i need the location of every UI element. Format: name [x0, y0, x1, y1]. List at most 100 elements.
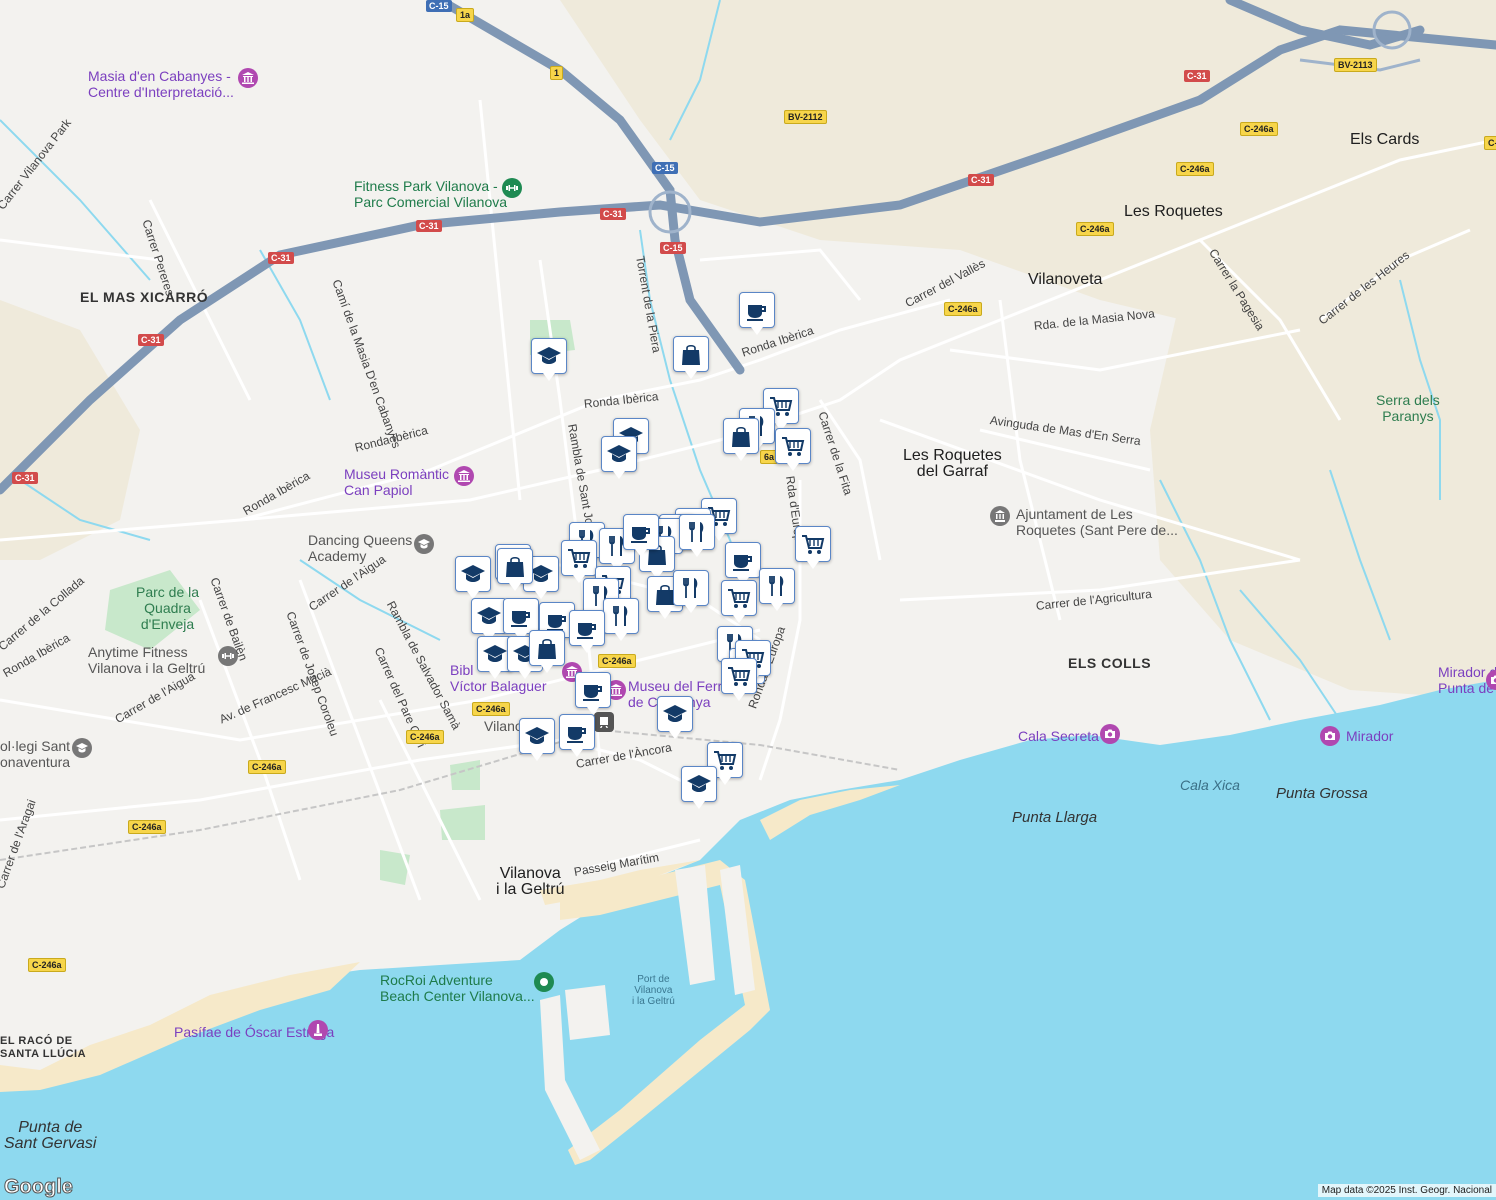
poi-label-mirador[interactable]: Mirador [1346, 728, 1393, 744]
map-marker-shop[interactable] [673, 336, 709, 379]
water-label-cala-xica: Cala Xica [1180, 777, 1240, 793]
map-marker-cafe[interactable] [725, 542, 761, 585]
town-label-les-roquetes: Les Roquetes [1124, 203, 1223, 220]
map-marker-grocery[interactable] [721, 658, 757, 701]
train-icon[interactable] [594, 712, 614, 732]
road-shield: C-246a [28, 958, 66, 972]
cityhall-icon[interactable] [990, 506, 1010, 526]
town-label-les-roquetes-garraf: Les Roquetes del Garraf [903, 447, 1002, 480]
poi-label-ajuntament[interactable]: Ajuntament de Les Roquetes (Sant Pere de.… [1016, 506, 1178, 538]
museum-icon[interactable] [454, 466, 474, 486]
cafe-icon [747, 305, 766, 321]
museum-icon[interactable] [238, 68, 258, 88]
road-shield: BV-2112 [784, 110, 827, 124]
school-icon [461, 565, 485, 582]
poi-label-dancing-queens[interactable]: Dancing Queens Academy [308, 532, 412, 564]
monument-icon[interactable] [308, 1020, 328, 1040]
road-shield: C-246a [1176, 162, 1214, 176]
road-shield: C-31 [416, 220, 442, 232]
camera-icon[interactable] [1320, 726, 1340, 746]
area-label-els-colls: ELS COLLS [1068, 655, 1152, 671]
map-marker-shop[interactable] [723, 418, 759, 461]
coast-label-punta-llarga: Punta Llarga [1012, 809, 1098, 826]
port-dock [565, 985, 610, 1040]
map-marker-restaurant[interactable] [679, 514, 715, 557]
town-label-serra-paranys: Serra dels Paranys [1376, 392, 1440, 424]
camera-icon[interactable] [1100, 724, 1120, 744]
map-attribution[interactable]: Map data ©2025 Inst. Geogr. Nacional [1317, 1184, 1496, 1197]
road-shield: C-246a [406, 730, 444, 744]
restaurant-icon [613, 606, 628, 626]
cafe-icon [733, 555, 752, 571]
map-marker-cafe[interactable] [575, 672, 611, 715]
poi-label-rocroi[interactable]: RocRoi Adventure Beach Center Vilanova... [380, 972, 535, 1004]
school-icon[interactable] [414, 534, 434, 554]
map-marker-grocery[interactable] [795, 526, 831, 569]
map-marker-grocery[interactable] [561, 540, 597, 583]
map-marker-cafe[interactable] [739, 292, 775, 335]
restaurant-icon [769, 576, 784, 596]
cafe-icon [577, 623, 596, 639]
activity-icon[interactable] [534, 972, 554, 992]
water-label-port: Port de Vilanova i la Geltrú [632, 974, 675, 1007]
map-marker-restaurant[interactable] [759, 568, 795, 611]
map-marker-restaurant[interactable] [673, 570, 709, 613]
shop-icon [506, 556, 524, 577]
map-marker-school[interactable] [681, 766, 717, 809]
road-shield: C-246a [1240, 122, 1278, 136]
road-shield: C-31 [12, 472, 38, 484]
road-shield: C-31 [1184, 70, 1210, 82]
map-marker-cafe[interactable] [559, 714, 595, 757]
cafe-icon [511, 611, 530, 627]
poi-label-museu-romantic[interactable]: Museu Romàntic Can Papiol [344, 466, 449, 498]
map-canvas[interactable]: EL MAS XICARRÓ ELS COLLS EL RACÓ DE SANTA L… [0, 0, 1496, 1200]
road-shield: BV-2113 [1334, 58, 1377, 72]
rural-land [560, 0, 1496, 360]
road-shield: C-246a [248, 760, 286, 774]
map-marker-cafe[interactable] [623, 514, 659, 557]
poi-label-masia-cabanyes[interactable]: Masia d'en Cabanyes - Centre d'Interpreta… [88, 68, 234, 100]
shop-icon [682, 344, 700, 365]
road-shield: C-31 [268, 252, 294, 264]
map-marker-grocery[interactable] [775, 428, 811, 471]
fitness-icon[interactable] [502, 178, 522, 198]
map-marker-shop[interactable] [497, 548, 533, 591]
map-marker-school[interactable] [455, 556, 491, 599]
map-marker-cafe[interactable] [569, 610, 605, 653]
town-label-parc-quadra: Parc de la Quadra d'Enveja [136, 584, 200, 632]
poi-label-fitness-park[interactable]: Fitness Park Vilanova - Parc Comercial Vi… [354, 178, 507, 210]
area-label-el-mas-xicarro: EL MAS XICARRÓ [80, 289, 209, 305]
road-shield: 1 [550, 66, 564, 80]
school-icon[interactable] [72, 738, 92, 758]
road-shield: 1a [456, 8, 475, 22]
shop-icon [732, 426, 750, 447]
road-shield: C-31 [138, 334, 164, 346]
cafe-icon [631, 527, 650, 543]
map-marker-grocery[interactable] [721, 580, 757, 623]
map-marker-school[interactable] [657, 696, 693, 739]
poi-label-cala-secreta[interactable]: Cala Secreta [1018, 728, 1099, 744]
grocery-icon [782, 437, 805, 456]
map-marker-school[interactable] [519, 718, 555, 761]
road-shield: C-246a [1484, 136, 1496, 150]
grocery-icon [728, 589, 751, 608]
town-label-els-cards: Els Cards [1350, 131, 1420, 148]
poi-label-vilano-station[interactable]: Vilano [484, 718, 523, 734]
area-label-el-raco: EL RACÓ DE SANTA LLÚCIA [0, 1035, 87, 1060]
map-marker-restaurant[interactable] [603, 598, 639, 641]
road-shield: C-31 [968, 174, 994, 186]
west-land [0, 300, 140, 560]
road-shield: C-31 [600, 208, 626, 220]
map-marker-school[interactable] [471, 598, 507, 641]
hills-land [1150, 300, 1496, 700]
restaurant-icon [683, 578, 698, 598]
map-marker-school[interactable] [531, 338, 567, 381]
road-shield: C-15 [652, 162, 678, 174]
grocery-icon [728, 667, 751, 686]
map-marker-school[interactable] [601, 436, 637, 479]
map-marker-shop[interactable] [529, 630, 565, 673]
poi-label-col-legi[interactable]: ol·legi Sant onaventura [0, 738, 70, 770]
town-label-vilanoveta: Vilanoveta [1028, 271, 1103, 288]
map-marker-cafe[interactable] [503, 598, 539, 641]
shop-icon [538, 638, 556, 659]
